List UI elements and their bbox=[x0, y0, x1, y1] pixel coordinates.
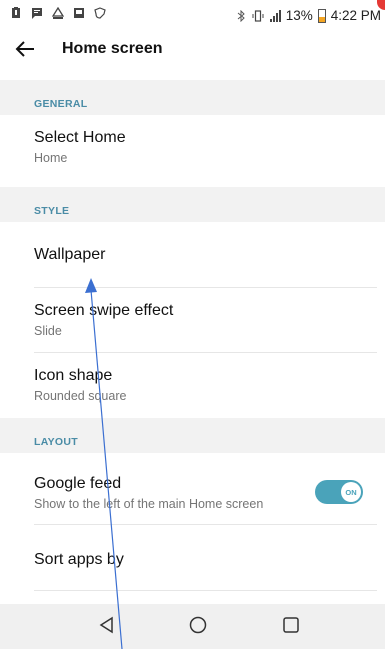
setting-title: Select Home bbox=[34, 129, 126, 146]
setting-sort-apps-by[interactable]: Sort apps by bbox=[34, 551, 361, 569]
setting-icon-shape[interactable]: Icon shape Rounded square bbox=[34, 367, 361, 403]
setting-subtitle: Home bbox=[34, 151, 68, 165]
status-bar: 13% 4:22 PM bbox=[0, 0, 385, 30]
setting-title: Wallpaper bbox=[34, 246, 106, 263]
bluetooth-icon bbox=[237, 9, 245, 22]
section-header-layout-label: LAYOUT bbox=[34, 436, 78, 448]
gallery-icon bbox=[74, 8, 84, 18]
signal-icon bbox=[269, 9, 281, 22]
app-bar: Home screen bbox=[0, 30, 385, 70]
navigation-bar bbox=[0, 604, 385, 649]
battery-icon bbox=[317, 8, 326, 23]
section-header-general-label: GENERAL bbox=[34, 98, 88, 110]
setting-subtitle: Slide bbox=[34, 324, 62, 338]
setting-wallpaper[interactable]: Wallpaper bbox=[34, 246, 361, 264]
setting-title: Sort apps by bbox=[34, 551, 124, 568]
status-right-icons: 13% 4:22 PM bbox=[235, 8, 381, 23]
battery-saver-icon bbox=[12, 7, 20, 18]
section-header-style: STYLE bbox=[0, 187, 385, 222]
home-nav-icon[interactable] bbox=[187, 614, 209, 636]
setting-subtitle: Show to the left of the main Home screen bbox=[34, 497, 264, 511]
google-feed-toggle[interactable]: ON bbox=[315, 480, 363, 504]
divider bbox=[34, 590, 377, 591]
setting-title: Google feed bbox=[34, 475, 122, 492]
shield-icon bbox=[94, 7, 106, 19]
message-icon bbox=[32, 8, 42, 19]
divider bbox=[34, 352, 377, 353]
setting-title: Icon shape bbox=[34, 367, 113, 384]
setting-google-feed[interactable]: Google feed Show to the left of the main… bbox=[34, 475, 361, 511]
toggle-knob: ON bbox=[341, 482, 361, 502]
divider bbox=[34, 524, 377, 525]
back-arrow-icon[interactable] bbox=[14, 38, 36, 60]
vibrate-icon bbox=[252, 9, 264, 22]
section-header-general: GENERAL bbox=[0, 80, 385, 115]
section-header-style-label: STYLE bbox=[34, 205, 70, 217]
setting-subtitle: Rounded square bbox=[34, 389, 127, 403]
status-left-icons bbox=[10, 7, 106, 19]
clock: 4:22 PM bbox=[330, 8, 381, 23]
battery-percent: 13% bbox=[285, 8, 313, 23]
setting-screen-swipe-effect[interactable]: Screen swipe effect Slide bbox=[34, 302, 361, 338]
page-title: Home screen bbox=[62, 40, 163, 57]
setting-select-home[interactable]: Select Home Home bbox=[34, 129, 361, 165]
drive-icon bbox=[52, 7, 64, 19]
setting-title: Screen swipe effect bbox=[34, 302, 174, 319]
back-nav-icon[interactable] bbox=[96, 614, 118, 636]
recents-nav-icon[interactable] bbox=[280, 614, 302, 636]
divider bbox=[34, 287, 377, 288]
section-header-layout: LAYOUT bbox=[0, 418, 385, 453]
